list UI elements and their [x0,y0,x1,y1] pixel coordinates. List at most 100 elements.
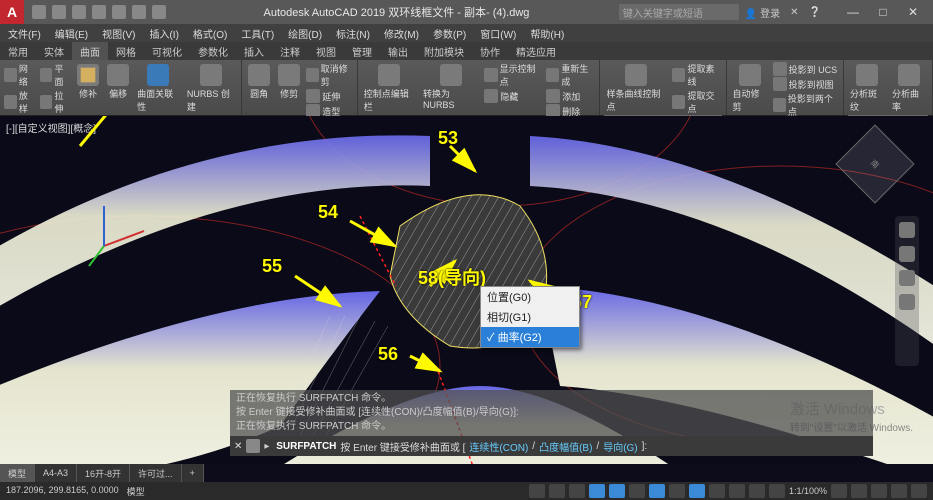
btn-projucs[interactable]: 投影到 UCS [773,62,839,76]
btn-splinecv[interactable]: 样条曲线控制点 [604,62,668,115]
btn-autotrim[interactable]: 自动修剪 [731,62,769,115]
menu-view[interactable]: 视图(V) [96,26,141,41]
maximize-button[interactable]: □ [869,3,897,21]
rtab-home[interactable]: 常用 [0,42,36,60]
cmd-opt-con[interactable]: 连续性(CON) [469,439,528,454]
btn-extractiso[interactable]: 提取素线 [672,62,721,88]
rtab-visualize[interactable]: 可视化 [144,42,190,60]
btn-fillet[interactable]: 圆角 [246,62,272,102]
status-hardware-icon[interactable] [871,484,887,498]
btn-planar[interactable]: 平面 [40,62,72,88]
btn-convnurbs[interactable]: 转换为NURBS [421,62,480,112]
qat-new-icon[interactable] [32,5,46,19]
menu-tools[interactable]: 工具(T) [235,26,280,41]
rtab-mesh[interactable]: 网格 [108,42,144,60]
menu-format[interactable]: 格式(O) [187,26,233,41]
rtab-solid[interactable]: 实体 [36,42,72,60]
nav-pan-icon[interactable] [899,246,915,262]
btn-showcv[interactable]: 显示控制点 [484,62,542,88]
cmd-opt-bulge[interactable]: 凸度幅值(B) [539,439,592,454]
btn-untrim[interactable]: 取消修剪 [306,62,353,88]
rtab-insert[interactable]: 插入 [236,42,272,60]
status-annomon-icon[interactable] [769,484,785,498]
btn-patch[interactable]: 修补 [75,62,101,102]
login-link[interactable]: 👤 登录 [745,5,780,20]
status-isolate-icon[interactable] [851,484,867,498]
qat-save-icon[interactable] [72,5,86,19]
cmd-opt-guide[interactable]: 导向(G) [603,439,637,454]
rtab-collab[interactable]: 协作 [472,42,508,60]
cm-position-g0[interactable]: 位置(G0) [481,287,579,307]
status-transparency-icon[interactable] [729,484,745,498]
rtab-annotate[interactable]: 注释 [272,42,308,60]
status-customize-icon[interactable] [911,484,927,498]
menu-dim[interactable]: 标注(N) [330,26,376,41]
btn-extend[interactable]: 延伸 [306,89,353,103]
status-otrack-icon[interactable] [649,484,665,498]
status-clean-icon[interactable] [891,484,907,498]
cmd-close-icon[interactable]: ✕ [234,441,242,452]
status-modelspace[interactable]: 模型 [127,485,145,498]
tab-layout1[interactable]: A4-A3 [35,464,77,482]
status-snap-icon[interactable] [549,484,565,498]
menu-param[interactable]: 参数(P) [427,26,472,41]
menu-edit[interactable]: 编辑(E) [49,26,94,41]
rtab-view[interactable]: 视图 [308,42,344,60]
btn-network[interactable]: 网络 [4,62,36,88]
menu-modify[interactable]: 修改(M) [378,26,425,41]
rtab-addins[interactable]: 附加模块 [416,42,472,60]
menu-draw[interactable]: 绘图(D) [282,26,328,41]
status-ducs-icon[interactable] [669,484,685,498]
btn-extractint[interactable]: 提取交点 [672,89,721,115]
btn-nurbs[interactable]: NURBS 创建 [185,62,237,115]
menu-insert[interactable]: 插入(I) [143,26,184,41]
status-lwt-icon[interactable] [709,484,725,498]
status-dyn-icon[interactable] [689,484,705,498]
status-gear-icon[interactable] [831,484,847,498]
btn-loft[interactable]: 放样 [4,89,36,115]
menu-window[interactable]: 窗口(W) [474,26,522,41]
rtab-manage[interactable]: 管理 [344,42,380,60]
btn-rebuild[interactable]: 重新生成 [546,62,595,88]
btn-assoc[interactable]: 曲面关联性 [135,62,181,115]
status-osnap-icon[interactable] [609,484,625,498]
status-polar-icon[interactable] [589,484,605,498]
cmd-prompt-icon[interactable] [246,439,260,453]
cm-curvature-g2[interactable]: ✓ 曲率(G2) [481,327,579,347]
status-ortho-icon[interactable] [569,484,585,498]
status-3dosnap-icon[interactable] [629,484,645,498]
btn-zebra[interactable]: 分析斑纹 [848,62,886,115]
btn-addcv[interactable]: 添加 [546,89,595,103]
minimize-button[interactable]: — [839,3,867,21]
btn-cveditbar[interactable]: 控制点编辑栏 [362,62,417,115]
app-logo[interactable]: A [0,0,24,24]
rtab-surface[interactable]: 曲面 [72,42,108,60]
status-scale[interactable]: 1:1/100% [789,486,827,496]
close-button[interactable]: ✕ [899,3,927,21]
menu-help[interactable]: 帮助(H) [524,26,570,41]
help-search-input[interactable]: 键入关键字或短语 [619,4,739,20]
help-icon[interactable]: ❔ [809,7,821,18]
btn-hidecv[interactable]: 隐藏 [484,89,542,103]
tab-add[interactable]: + [182,464,204,482]
qat-saveas-icon[interactable] [92,5,106,19]
nav-zoom-icon[interactable] [899,270,915,286]
btn-trim[interactable]: 修剪 [276,62,302,102]
btn-proj2pt[interactable]: 投影到两个点 [773,92,839,118]
btn-projview[interactable]: 投影到视图 [773,77,839,91]
qat-redo-icon[interactable] [152,5,166,19]
status-grid-icon[interactable] [529,484,545,498]
nav-wheel-icon[interactable] [899,222,915,238]
rtab-output[interactable]: 输出 [380,42,416,60]
tab-layout2[interactable]: 16开-8开 [77,464,130,482]
menu-file[interactable]: 文件(F) [2,26,47,41]
qat-open-icon[interactable] [52,5,66,19]
cm-tangent-g1[interactable]: 相切(G1) [481,307,579,327]
btn-offset[interactable]: 偏移 [105,62,131,102]
rtab-parametric[interactable]: 参数化 [190,42,236,60]
rtab-featured[interactable]: 精选应用 [508,42,564,60]
qat-plot-icon[interactable] [112,5,126,19]
exchange-icon[interactable]: ✕ [790,7,798,18]
btn-extrude[interactable]: 拉伸 [40,89,72,115]
qat-undo-icon[interactable] [132,5,146,19]
